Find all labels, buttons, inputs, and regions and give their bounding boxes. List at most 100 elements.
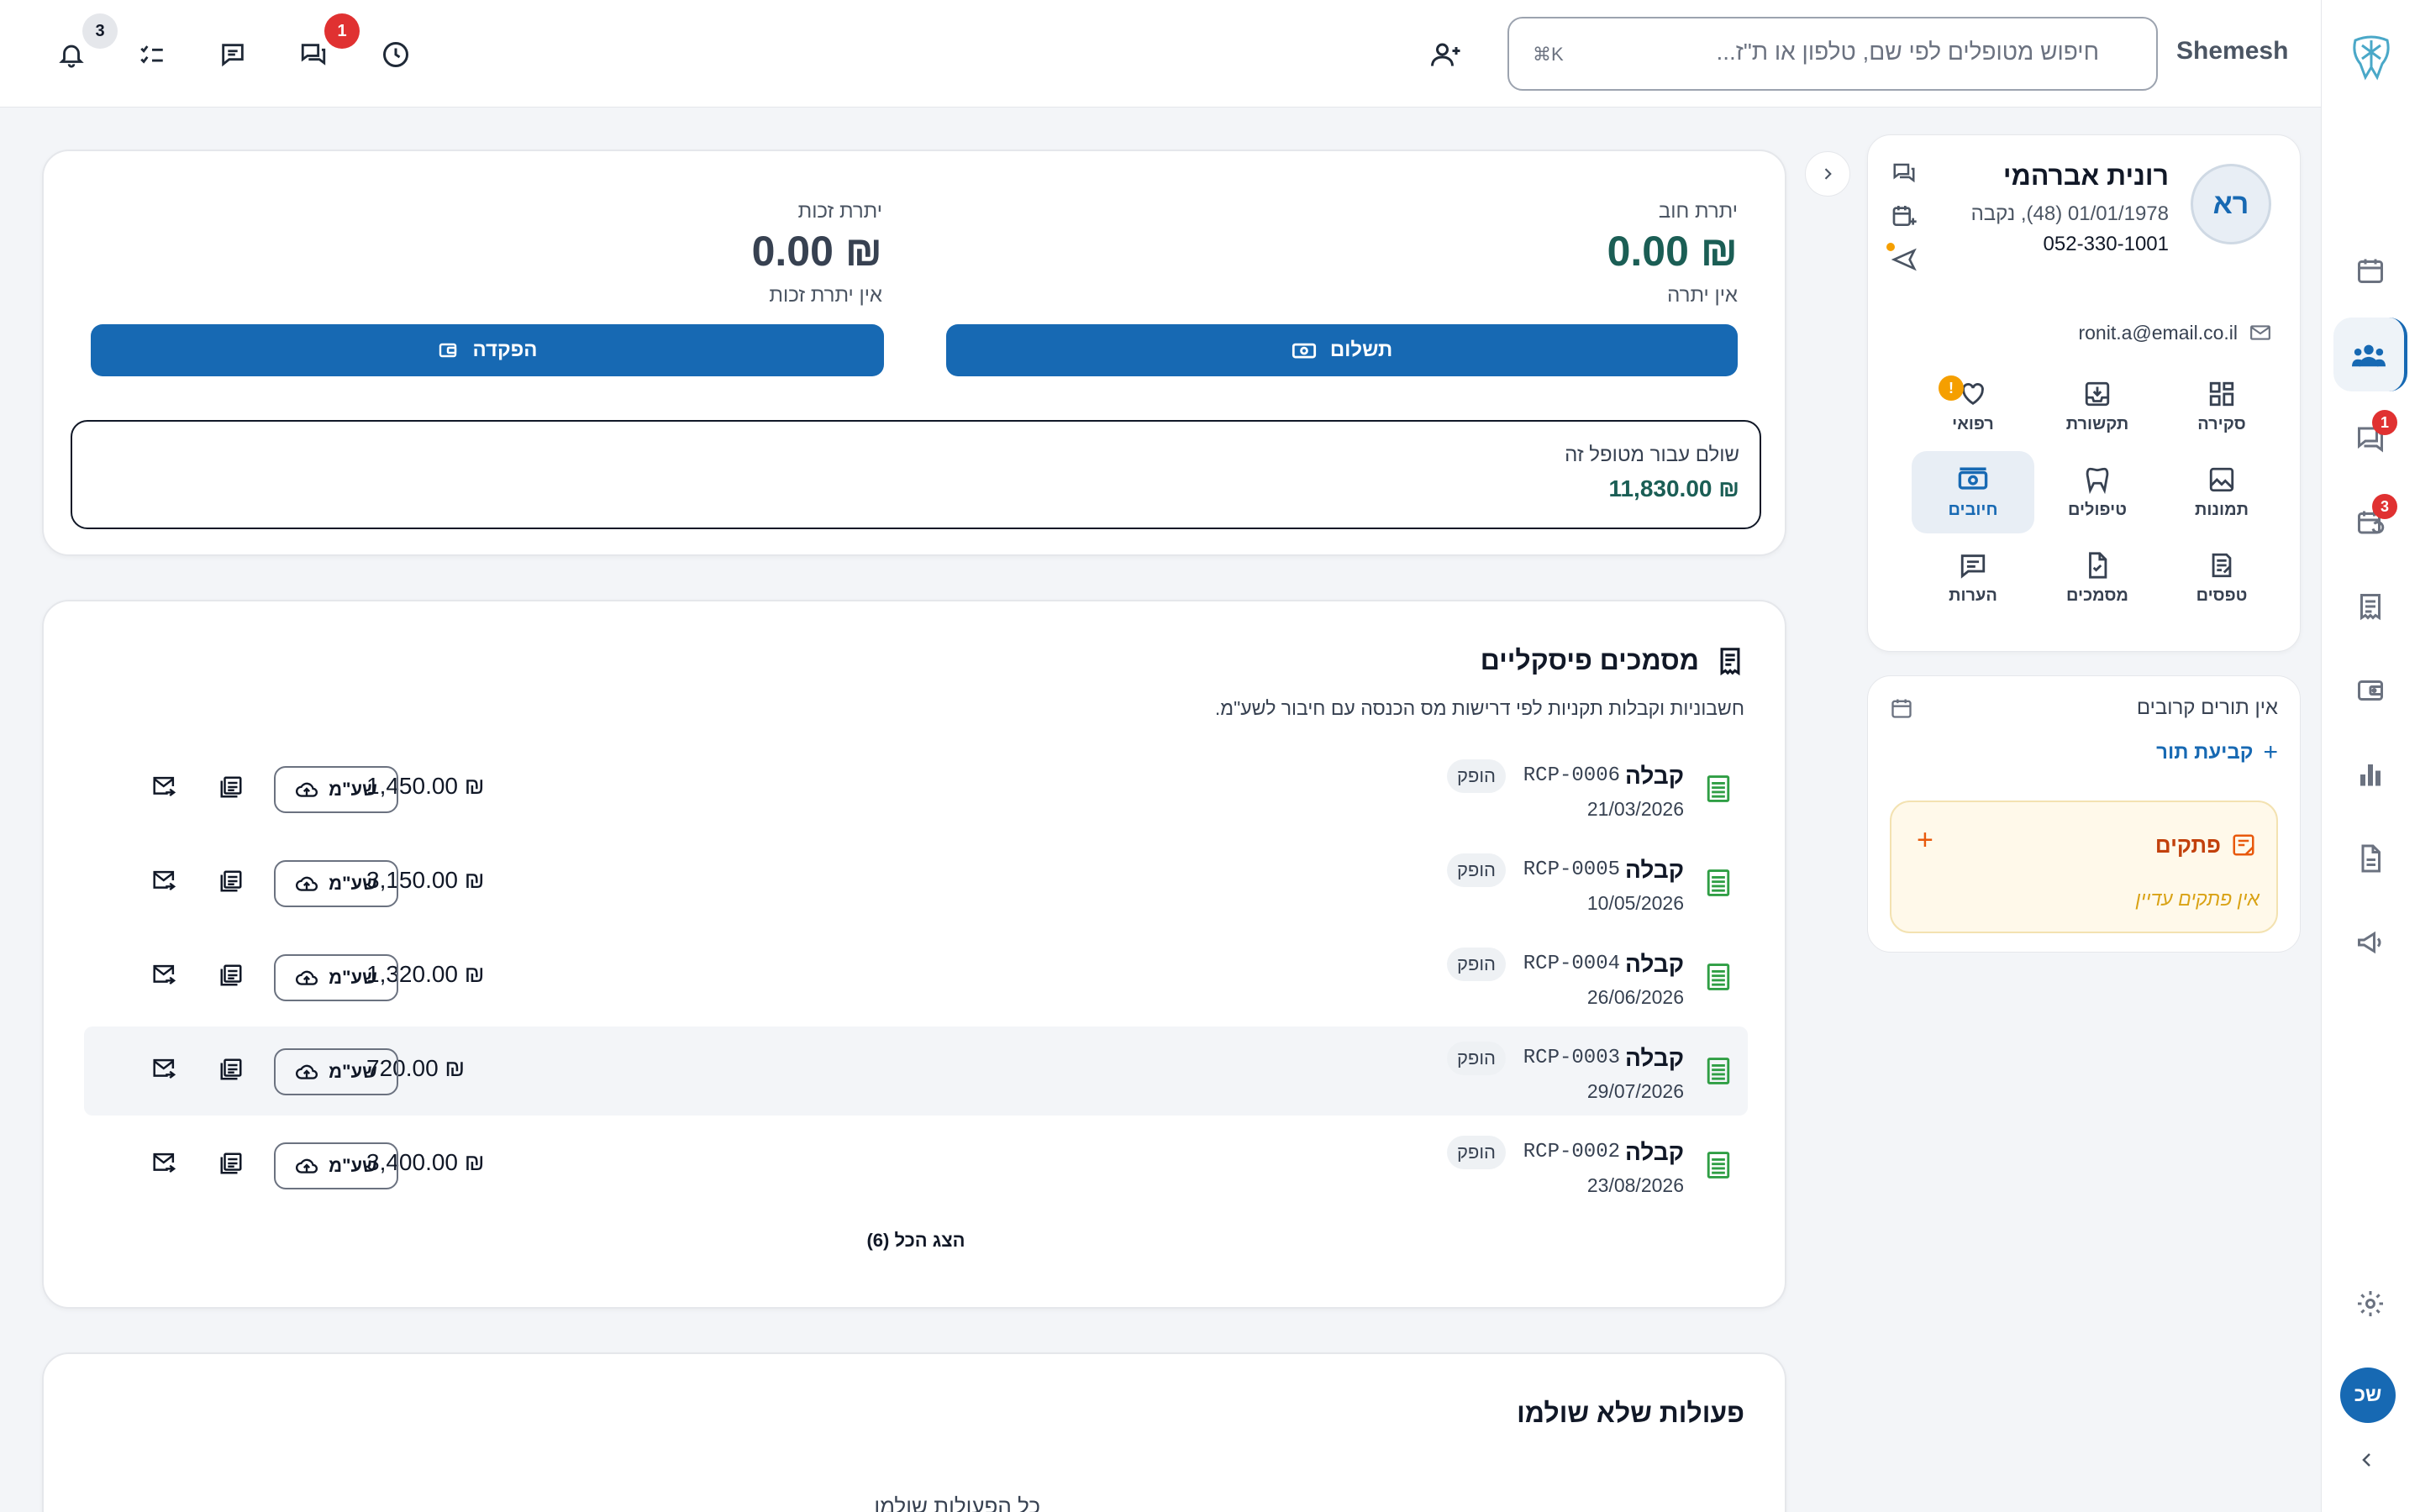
receipts-nav[interactable]: [2333, 570, 2407, 643]
spreadsheet-icon: [1706, 774, 1731, 803]
pdf-icon[interactable]: [218, 1057, 244, 1082]
menu-communication[interactable]: תקשורת: [2036, 365, 2159, 448]
deposit-button[interactable]: הפקדה: [91, 324, 884, 376]
pdf-icon[interactable]: [218, 869, 244, 894]
menu-label: טפסים: [2196, 585, 2248, 605]
patient-search-input[interactable]: חיפוש מטופלים לפי שם, טלפון או ת"ז... ⌘K: [1507, 17, 2158, 91]
payment-button[interactable]: תשלום: [946, 324, 1738, 376]
reports-nav[interactable]: [2333, 738, 2407, 811]
sync-label: שע"מ: [329, 1061, 377, 1082]
notifications-button[interactable]: 3: [47, 13, 118, 79]
bar-chart-icon: [2355, 759, 2386, 790]
menu-medical[interactable]: רפואי !: [1912, 365, 2034, 448]
messages-nav[interactable]: 1: [2333, 402, 2407, 475]
menu-documents[interactable]: מסמכים: [2036, 537, 2159, 619]
email-send-icon[interactable]: [151, 1057, 178, 1080]
menu-overview[interactable]: סקירה: [2160, 365, 2283, 448]
document-number: RCP-0006: [1523, 764, 1620, 787]
tasks-button[interactable]: [128, 30, 176, 79]
tooth-icon: [2083, 465, 2112, 494]
brand-name: Shemesh: [2176, 37, 2289, 65]
pdf-icon[interactable]: [218, 963, 244, 988]
chat-icon: [1890, 160, 1918, 186]
menu-treatments[interactable]: טיפולים: [2036, 451, 2159, 533]
balance-card: יתרת חוב ₪ 0.00 אין יתרה יתרת זכות ₪ 0.0…: [42, 150, 1786, 556]
cloud-upload-icon: [295, 780, 318, 800]
recall-nav[interactable]: 3: [2333, 486, 2407, 559]
unpaid-actions-card: פעולות שלא שולמו כל הפעולות שולמו: [42, 1352, 1786, 1512]
status-badge: הופק: [1446, 759, 1506, 793]
search-placeholder: חיפוש מטופלים לפי שם, טלפון או ת"ז...: [1716, 39, 2099, 65]
menu-notes[interactable]: הערות: [1912, 537, 2034, 619]
clock-icon: [381, 39, 411, 70]
messages-button[interactable]: [208, 30, 257, 79]
collapse-panel-button[interactable]: [1805, 151, 1850, 197]
add-patient-button[interactable]: [1422, 30, 1470, 79]
wallet-icon: [437, 340, 459, 360]
notes-title: פתקים: [2154, 832, 2221, 858]
menu-forms[interactable]: טפסים: [2160, 537, 2283, 619]
chat-button[interactable]: 1: [289, 13, 360, 79]
menu-billing[interactable]: חיובים: [1912, 451, 2034, 533]
debt-balance-sub: אין יתרה: [1667, 284, 1738, 307]
document-date: 10/05/2026: [1586, 892, 1684, 914]
marketing-nav[interactable]: [2333, 906, 2407, 979]
menu-label: תקשורת: [2065, 414, 2129, 433]
tax-authority-sync-button[interactable]: שע"מ: [274, 860, 398, 907]
logo-icon: [2350, 34, 2392, 85]
fiscal-document-row[interactable]: קבלה RCP-0003 הופק 29/07/2026 ₪ 720.00 שע"מ: [84, 1026, 1748, 1116]
documents-nav[interactable]: [2333, 822, 2407, 895]
image-icon: [2207, 465, 2236, 494]
calendar-nav[interactable]: [2333, 234, 2407, 307]
fiscal-document-row[interactable]: קבלה RCP-0004 הופק 26/06/2026 ₪ 1,320.00 שע"מ: [84, 932, 1748, 1021]
schedule-appointment-link[interactable]: + קביעת תור: [2156, 738, 2278, 767]
show-all-button[interactable]: הצג הכל (6): [44, 1230, 1788, 1252]
nav-rail: 1 3 שכ: [2321, 0, 2420, 1512]
cloud-upload-icon: [295, 1156, 318, 1176]
menu-label: הערות: [1949, 585, 1997, 605]
paid-total-amount: ₪ 11,830.00: [1608, 475, 1739, 501]
unpaid-empty-text: כל הפעולות שולמו: [874, 1494, 1040, 1512]
collapse-rail-icon[interactable]: [2357, 1450, 2377, 1474]
document-number: RCP-0004: [1523, 953, 1620, 975]
email-icon: [2249, 323, 2271, 346]
email-send-icon[interactable]: [151, 1151, 178, 1174]
fiscal-document-row[interactable]: קבלה RCP-0005 הופק 10/05/2026 ₪ 3,150.00 שע"מ: [84, 838, 1748, 927]
wallet-nav[interactable]: [2333, 654, 2407, 727]
inbox-icon: [2083, 380, 2112, 408]
document-date: 26/06/2026: [1586, 986, 1684, 1008]
fiscal-document-row[interactable]: קבלה RCP-0002 הופק 23/08/2026 ₪ 3,400.00 שע"מ: [84, 1121, 1748, 1210]
patient-email[interactable]: ronit.a@email.co.il: [2078, 322, 2238, 344]
email-send-icon[interactable]: [151, 869, 178, 892]
email-send-icon[interactable]: [151, 963, 178, 986]
history-button[interactable]: [371, 30, 420, 79]
menu-images[interactable]: תמונות: [2160, 451, 2283, 533]
add-note-button[interactable]: +: [1917, 824, 1933, 857]
fiscal-subtitle: חשבוניות וקבלות תקניות לפי דרישות מס הכנ…: [1214, 697, 1744, 719]
patient-avatar: רא: [2191, 164, 2271, 244]
form-icon: [2207, 551, 2236, 580]
calendar-icon: [1890, 696, 1913, 724]
tax-authority-sync-button[interactable]: שע"מ: [274, 1048, 398, 1095]
send-button[interactable]: [1886, 243, 1918, 277]
deposit-label: הפקדה: [472, 339, 538, 361]
add-appointment-button[interactable]: [1890, 202, 1918, 234]
tax-authority-sync-button[interactable]: שע"מ: [274, 766, 398, 813]
gear-icon: [2355, 1289, 2386, 1319]
email-send-icon[interactable]: [151, 774, 178, 798]
debt-balance-amount: ₪ 0.00: [1607, 228, 1738, 275]
pdf-icon[interactable]: [218, 1151, 244, 1176]
settings-nav[interactable]: [2333, 1267, 2407, 1341]
notifications-badge: 3: [82, 13, 118, 49]
user-avatar[interactable]: שכ: [2340, 1368, 2396, 1423]
document-check-icon: [2083, 551, 2112, 580]
send-status-dot: [1886, 243, 1895, 251]
pdf-icon[interactable]: [218, 774, 244, 800]
sync-label: שע"מ: [329, 967, 377, 988]
message-patient-button[interactable]: [1890, 160, 1918, 190]
patients-nav[interactable]: [2333, 318, 2407, 391]
tax-authority-sync-button[interactable]: שע"מ: [274, 954, 398, 1001]
tax-authority-sync-button[interactable]: שע"מ: [274, 1142, 398, 1189]
schedule-appointment-label: קביעת תור: [2156, 741, 2254, 764]
fiscal-document-row[interactable]: קבלה RCP-0006 הופק 21/03/2026 ₪ 1,450.00 שע"מ: [84, 744, 1748, 833]
